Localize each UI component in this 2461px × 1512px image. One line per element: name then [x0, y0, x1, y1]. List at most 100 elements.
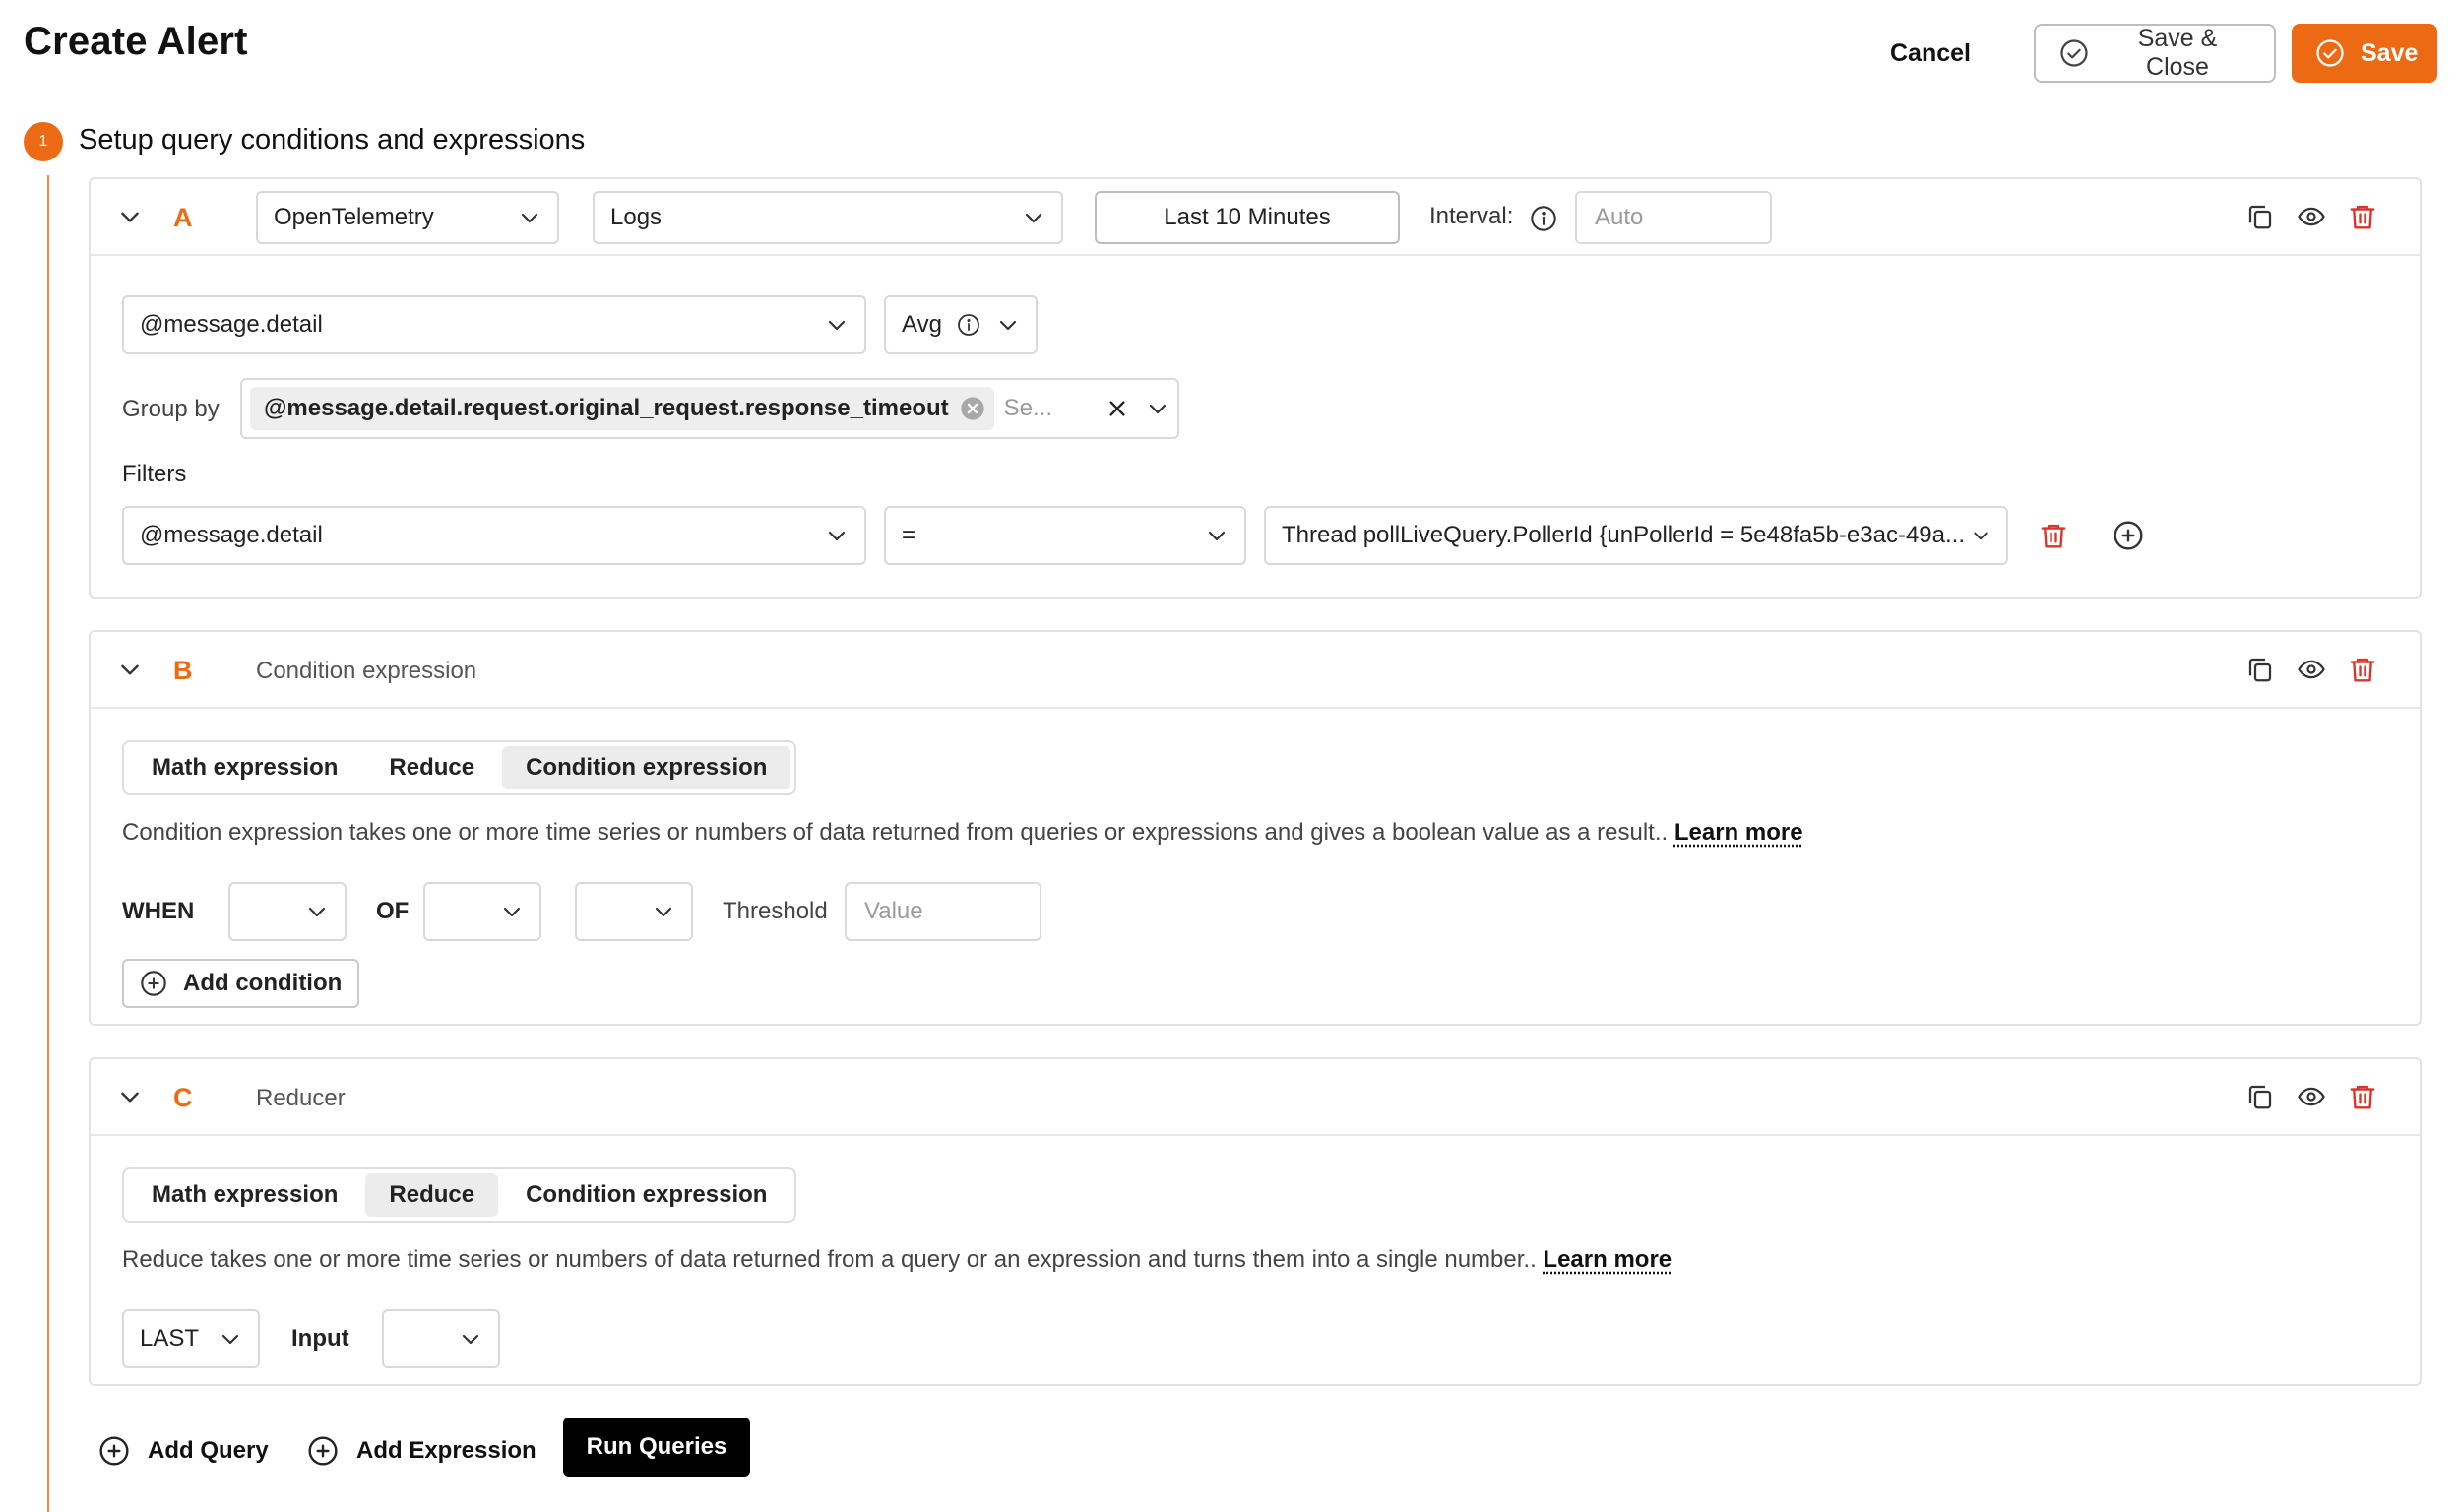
comparator-select[interactable] — [575, 882, 693, 941]
aggregation-value: Avg — [902, 311, 942, 338]
when-select[interactable] — [228, 882, 347, 941]
threshold-input[interactable]: Value — [845, 882, 1041, 941]
interval-input[interactable]: Auto — [1575, 191, 1772, 244]
query-type-select[interactable]: Logs — [593, 191, 1063, 244]
chevron-down-icon — [652, 900, 675, 923]
plus-circle-icon[interactable] — [2109, 516, 2148, 555]
chevron-down-icon — [1971, 526, 1990, 545]
info-icon — [957, 313, 980, 337]
group-by-search-placeholder[interactable]: Se... — [1004, 395, 1106, 422]
threshold-label: Threshold — [723, 898, 828, 924]
datasource-value: OpenTelemetry — [274, 204, 434, 230]
tab-reduce[interactable]: Reduce — [365, 1173, 499, 1217]
trash-icon[interactable] — [2343, 1077, 2382, 1116]
add-query-button[interactable]: Add Query — [98, 1425, 269, 1477]
copy-icon[interactable] — [2240, 650, 2280, 689]
plus-circle-icon — [307, 1435, 339, 1467]
tab-math-expression[interactable]: Math expression — [128, 746, 361, 789]
of-select[interactable] — [423, 882, 541, 941]
expression-description: Condition expression takes one or more t… — [122, 819, 1803, 847]
filter-value-select[interactable]: Thread pollLiveQuery.PollerId {unPollerI… — [1264, 506, 2008, 565]
copy-icon[interactable] — [2240, 197, 2280, 236]
add-expression-button[interactable]: Add Expression — [307, 1425, 536, 1477]
info-icon[interactable] — [1530, 205, 1557, 232]
aggregation-select[interactable]: Avg — [884, 295, 1038, 354]
time-range-value: Last 10 Minutes — [1164, 204, 1331, 230]
interval-placeholder: Auto — [1595, 204, 1644, 230]
check-circle-icon — [2315, 38, 2345, 68]
add-query-label: Add Query — [148, 1437, 269, 1464]
copy-icon[interactable] — [2240, 1077, 2280, 1116]
eye-icon[interactable] — [2292, 1077, 2331, 1116]
trash-icon[interactable] — [2034, 516, 2073, 555]
expression-type-tabs: Math expression Reduce Condition express… — [122, 1167, 797, 1223]
close-icon[interactable] — [1106, 398, 1128, 419]
expression-c-header — [91, 1059, 2420, 1136]
chevron-down-icon — [1205, 524, 1229, 547]
filter-operator-value: = — [902, 522, 916, 548]
eye-icon[interactable] — [2292, 650, 2331, 689]
reduce-function-select[interactable]: LAST — [122, 1309, 260, 1368]
collapse-chevron-icon[interactable] — [110, 197, 150, 236]
expression-letter: C — [173, 1083, 193, 1112]
collapse-chevron-icon[interactable] — [110, 650, 150, 689]
group-by-select[interactable]: @message.detail.request.original_request… — [240, 378, 1179, 439]
learn-more-link[interactable]: Learn more — [1674, 819, 1803, 846]
input-select[interactable] — [382, 1309, 500, 1368]
time-range-button[interactable]: Last 10 Minutes — [1095, 191, 1400, 244]
step-badge: 1 — [24, 122, 63, 161]
interval-label: Interval: — [1429, 203, 1514, 229]
step-title: Setup query conditions and expressions — [79, 124, 586, 156]
chevron-down-icon — [459, 1327, 482, 1351]
save-close-label: Save & Close — [2137, 25, 2218, 81]
query-type-value: Logs — [610, 204, 663, 230]
learn-more-link[interactable]: Learn more — [1543, 1246, 1672, 1273]
plus-circle-icon — [98, 1435, 130, 1467]
description-text: Reduce takes one or more time series or … — [122, 1246, 1537, 1273]
tab-math-expression[interactable]: Math expression — [128, 1173, 361, 1217]
threshold-placeholder: Value — [864, 898, 923, 924]
run-queries-button[interactable]: Run Queries — [563, 1418, 750, 1477]
trash-icon[interactable] — [2343, 650, 2382, 689]
trash-icon[interactable] — [2343, 197, 2382, 236]
expression-panel-c: C Reducer Math expression Reduce Conditi… — [89, 1057, 2422, 1386]
add-condition-button[interactable]: Add condition — [122, 959, 360, 1008]
expression-type-tabs: Math expression Reduce Condition express… — [122, 740, 797, 795]
chevron-down-icon — [996, 313, 1020, 337]
filter-operator-select[interactable]: = — [884, 506, 1246, 565]
add-expression-label: Add Expression — [356, 1437, 536, 1464]
expression-description: Reduce takes one or more time series or … — [122, 1246, 1672, 1274]
chevron-down-icon — [305, 900, 329, 923]
clear-circle-icon[interactable] — [959, 395, 986, 422]
expression-panel-b: B Condition expression Math expression R… — [89, 630, 2422, 1026]
query-panel-a: A OpenTelemetry Logs Last 10 Minutes Int… — [89, 177, 2422, 598]
expression-letter: B — [173, 656, 193, 685]
field-select[interactable]: @message.detail — [122, 295, 866, 354]
chevron-down-icon — [518, 206, 541, 229]
filter-field-value: @message.detail — [140, 522, 323, 548]
eye-icon[interactable] — [2292, 197, 2331, 236]
plus-circle-icon — [140, 970, 167, 997]
page-title: Create Alert — [24, 20, 248, 63]
chevron-down-icon — [219, 1327, 242, 1351]
filter-field-select[interactable]: @message.detail — [122, 506, 866, 565]
chevron-down-icon — [1022, 206, 1045, 229]
filter-value: Thread pollLiveQuery.PollerId {unPollerI… — [1282, 522, 1965, 548]
of-label: OF — [376, 898, 410, 924]
cancel-button[interactable]: Cancel — [1890, 32, 1971, 75]
datasource-select[interactable]: OpenTelemetry — [256, 191, 559, 244]
tab-reduce[interactable]: Reduce — [365, 746, 498, 789]
filters-label: Filters — [122, 461, 187, 487]
save-close-button[interactable]: Save & Close — [2034, 24, 2276, 83]
save-button[interactable]: Save — [2292, 24, 2437, 83]
group-by-label: Group by — [122, 396, 220, 422]
field-value: @message.detail — [140, 311, 323, 338]
tab-condition-expression[interactable]: Condition expression — [502, 746, 791, 789]
chevron-down-icon — [500, 900, 524, 923]
timeline-line — [47, 175, 49, 1512]
collapse-chevron-icon[interactable] — [110, 1077, 150, 1116]
add-condition-label: Add condition — [183, 970, 343, 996]
check-circle-icon — [2059, 38, 2089, 68]
tab-condition-expression[interactable]: Condition expression — [502, 1173, 790, 1217]
chevron-down-icon — [1146, 397, 1169, 420]
